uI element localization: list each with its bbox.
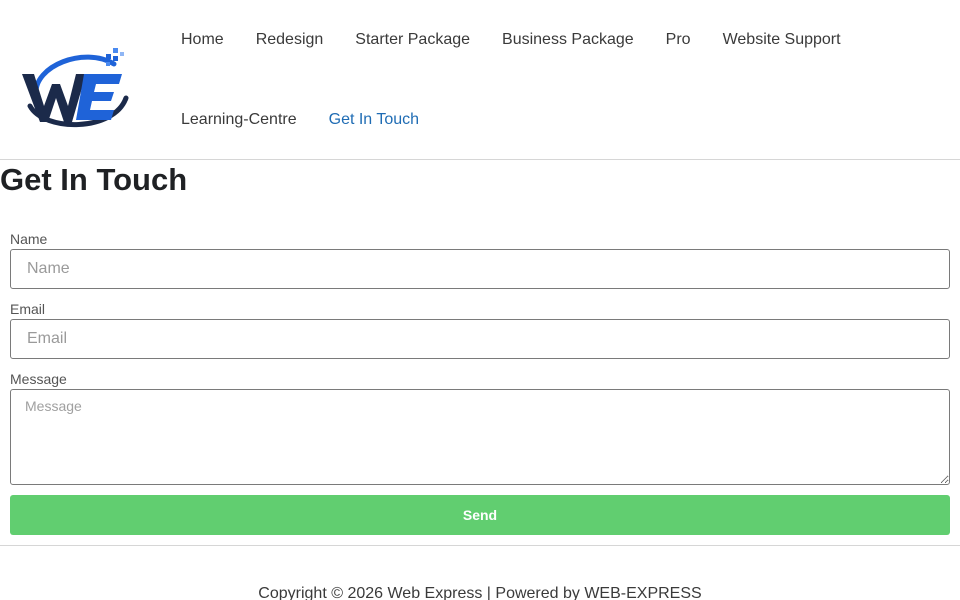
web-express-logo-icon xyxy=(22,48,129,127)
main-nav-row-1: Home Redesign Starter Package Business P… xyxy=(181,29,873,51)
main-nav-row-2: Learning-Centre Get In Touch xyxy=(181,109,451,131)
email-label: Email xyxy=(10,301,46,317)
message-label: Message xyxy=(10,371,67,387)
nav-pro[interactable]: Pro xyxy=(666,29,691,51)
nav-starter-package[interactable]: Starter Package xyxy=(355,29,470,51)
name-label: Name xyxy=(10,231,48,247)
email-input[interactable] xyxy=(10,319,950,359)
nav-get-in-touch[interactable]: Get In Touch xyxy=(329,109,419,131)
footer-copyright: Copyright © 2026 Web Express | Powered b… xyxy=(258,585,702,600)
message-textarea[interactable] xyxy=(10,389,950,485)
nav-home[interactable]: Home xyxy=(181,29,224,51)
site-header: Home Redesign Starter Package Business P… xyxy=(0,0,960,160)
nav-website-support[interactable]: Website Support xyxy=(723,29,841,51)
site-logo[interactable] xyxy=(14,36,134,136)
contact-form: Name Email Message Send xyxy=(10,230,950,535)
footer-divider xyxy=(0,545,960,546)
name-input[interactable] xyxy=(10,249,950,289)
send-button[interactable]: Send xyxy=(10,495,950,535)
nav-redesign[interactable]: Redesign xyxy=(256,29,324,51)
page-title: Get In Touch xyxy=(0,162,188,197)
nav-business-package[interactable]: Business Package xyxy=(502,29,634,51)
nav-learning-centre[interactable]: Learning-Centre xyxy=(181,109,297,131)
